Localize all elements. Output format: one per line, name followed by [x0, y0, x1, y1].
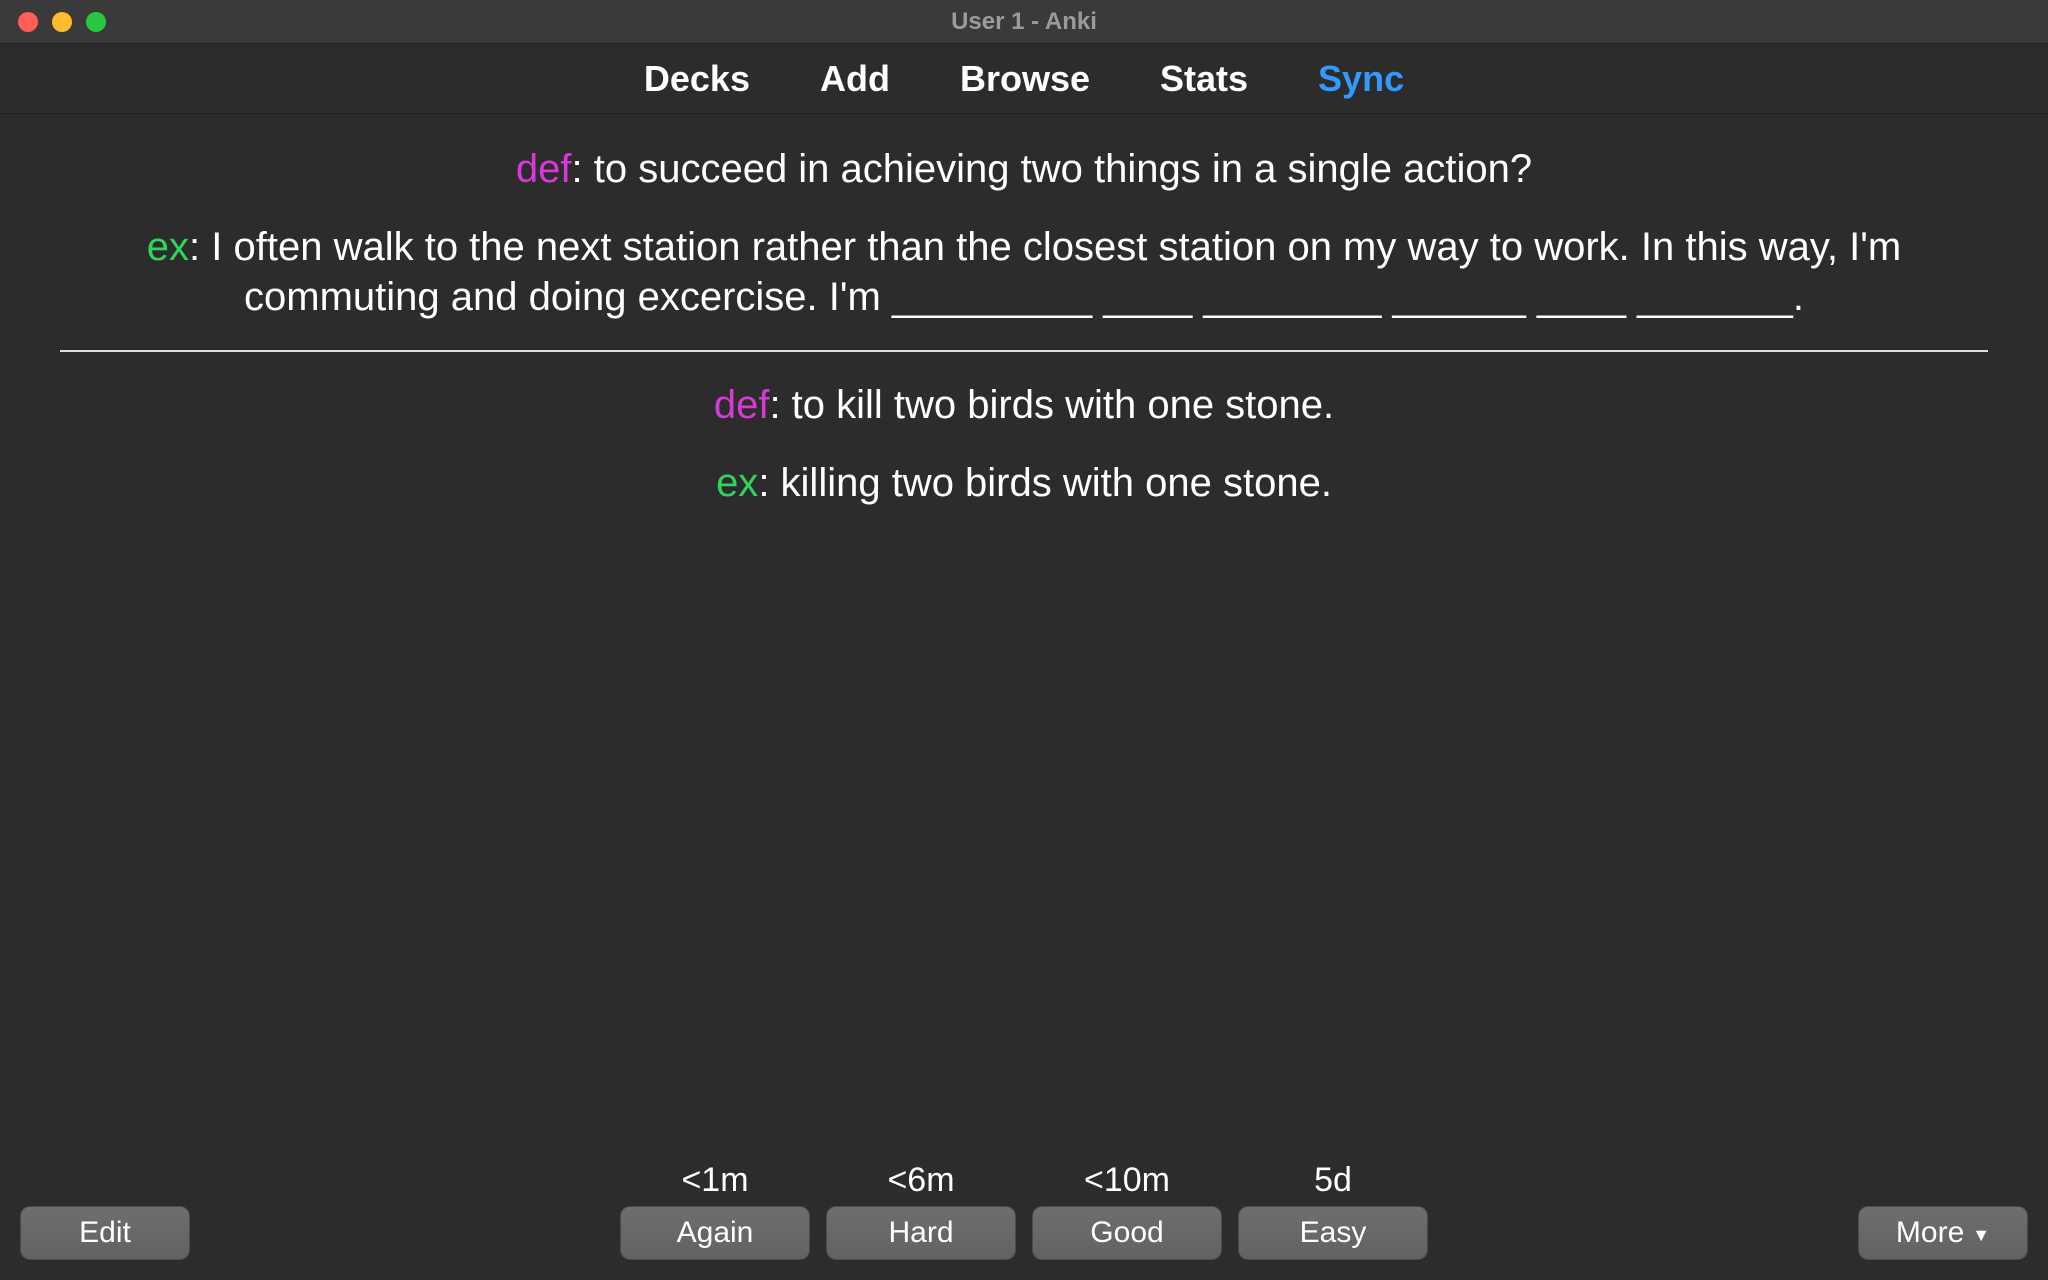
ex-label: ex	[716, 461, 758, 505]
window-title: User 1 - Anki	[951, 8, 1097, 36]
answer-hard: <6m Hard	[826, 1161, 1016, 1260]
back-def-text: : to kill two birds with one stone.	[769, 383, 1334, 427]
front-back-divider	[60, 350, 1988, 352]
front-ex: ex: I often walk to the next station rat…	[64, 222, 1984, 322]
caret-down-icon: ▼	[1972, 1225, 1990, 1246]
interval-easy: 5d	[1314, 1161, 1352, 1200]
close-icon[interactable]	[18, 12, 38, 32]
answer-buttons: <1m Again <6m Hard <10m Good 5d Easy	[620, 1161, 1428, 1260]
front-def: def: to succeed in achieving two things …	[64, 144, 1984, 194]
top-nav: Decks Add Browse Stats Sync	[0, 44, 2048, 114]
answer-good: <10m Good	[1032, 1161, 1222, 1260]
interval-again: <1m	[681, 1161, 748, 1200]
answer-easy: 5d Easy	[1238, 1161, 1428, 1260]
front-def-text: : to succeed in achieving two things in …	[572, 147, 1533, 191]
front-ex-text: : I often walk to the next station rathe…	[189, 225, 1901, 319]
hard-button[interactable]: Hard	[826, 1206, 1016, 1260]
nav-stats[interactable]: Stats	[1160, 58, 1248, 100]
more-label: More	[1896, 1216, 1964, 1250]
back-def: def: to kill two birds with one stone.	[64, 380, 1984, 430]
interval-hard: <6m	[887, 1161, 954, 1200]
nav-add[interactable]: Add	[820, 58, 890, 100]
zoom-icon[interactable]	[86, 12, 106, 32]
back-ex: ex: killing two birds with one stone.	[64, 458, 1984, 508]
easy-button[interactable]: Easy	[1238, 1206, 1428, 1260]
ex-label: ex	[147, 225, 189, 269]
def-label: def	[714, 383, 770, 427]
def-label: def	[516, 147, 572, 191]
bottom-bar: Edit <1m Again <6m Hard <10m Good 5d Eas…	[0, 1136, 2048, 1280]
interval-good: <10m	[1084, 1161, 1170, 1200]
titlebar: User 1 - Anki	[0, 0, 2048, 44]
card-area: def: to succeed in achieving two things …	[0, 114, 2048, 508]
nav-browse[interactable]: Browse	[960, 58, 1090, 100]
edit-button[interactable]: Edit	[20, 1206, 190, 1260]
nav-decks[interactable]: Decks	[644, 58, 750, 100]
window-lights	[18, 12, 106, 32]
answer-again: <1m Again	[620, 1161, 810, 1260]
back-ex-text: : killing two birds with one stone.	[758, 461, 1332, 505]
good-button[interactable]: Good	[1032, 1206, 1222, 1260]
again-button[interactable]: Again	[620, 1206, 810, 1260]
nav-sync[interactable]: Sync	[1318, 58, 1404, 100]
minimize-icon[interactable]	[52, 12, 72, 32]
more-button[interactable]: More ▼	[1858, 1206, 2028, 1260]
